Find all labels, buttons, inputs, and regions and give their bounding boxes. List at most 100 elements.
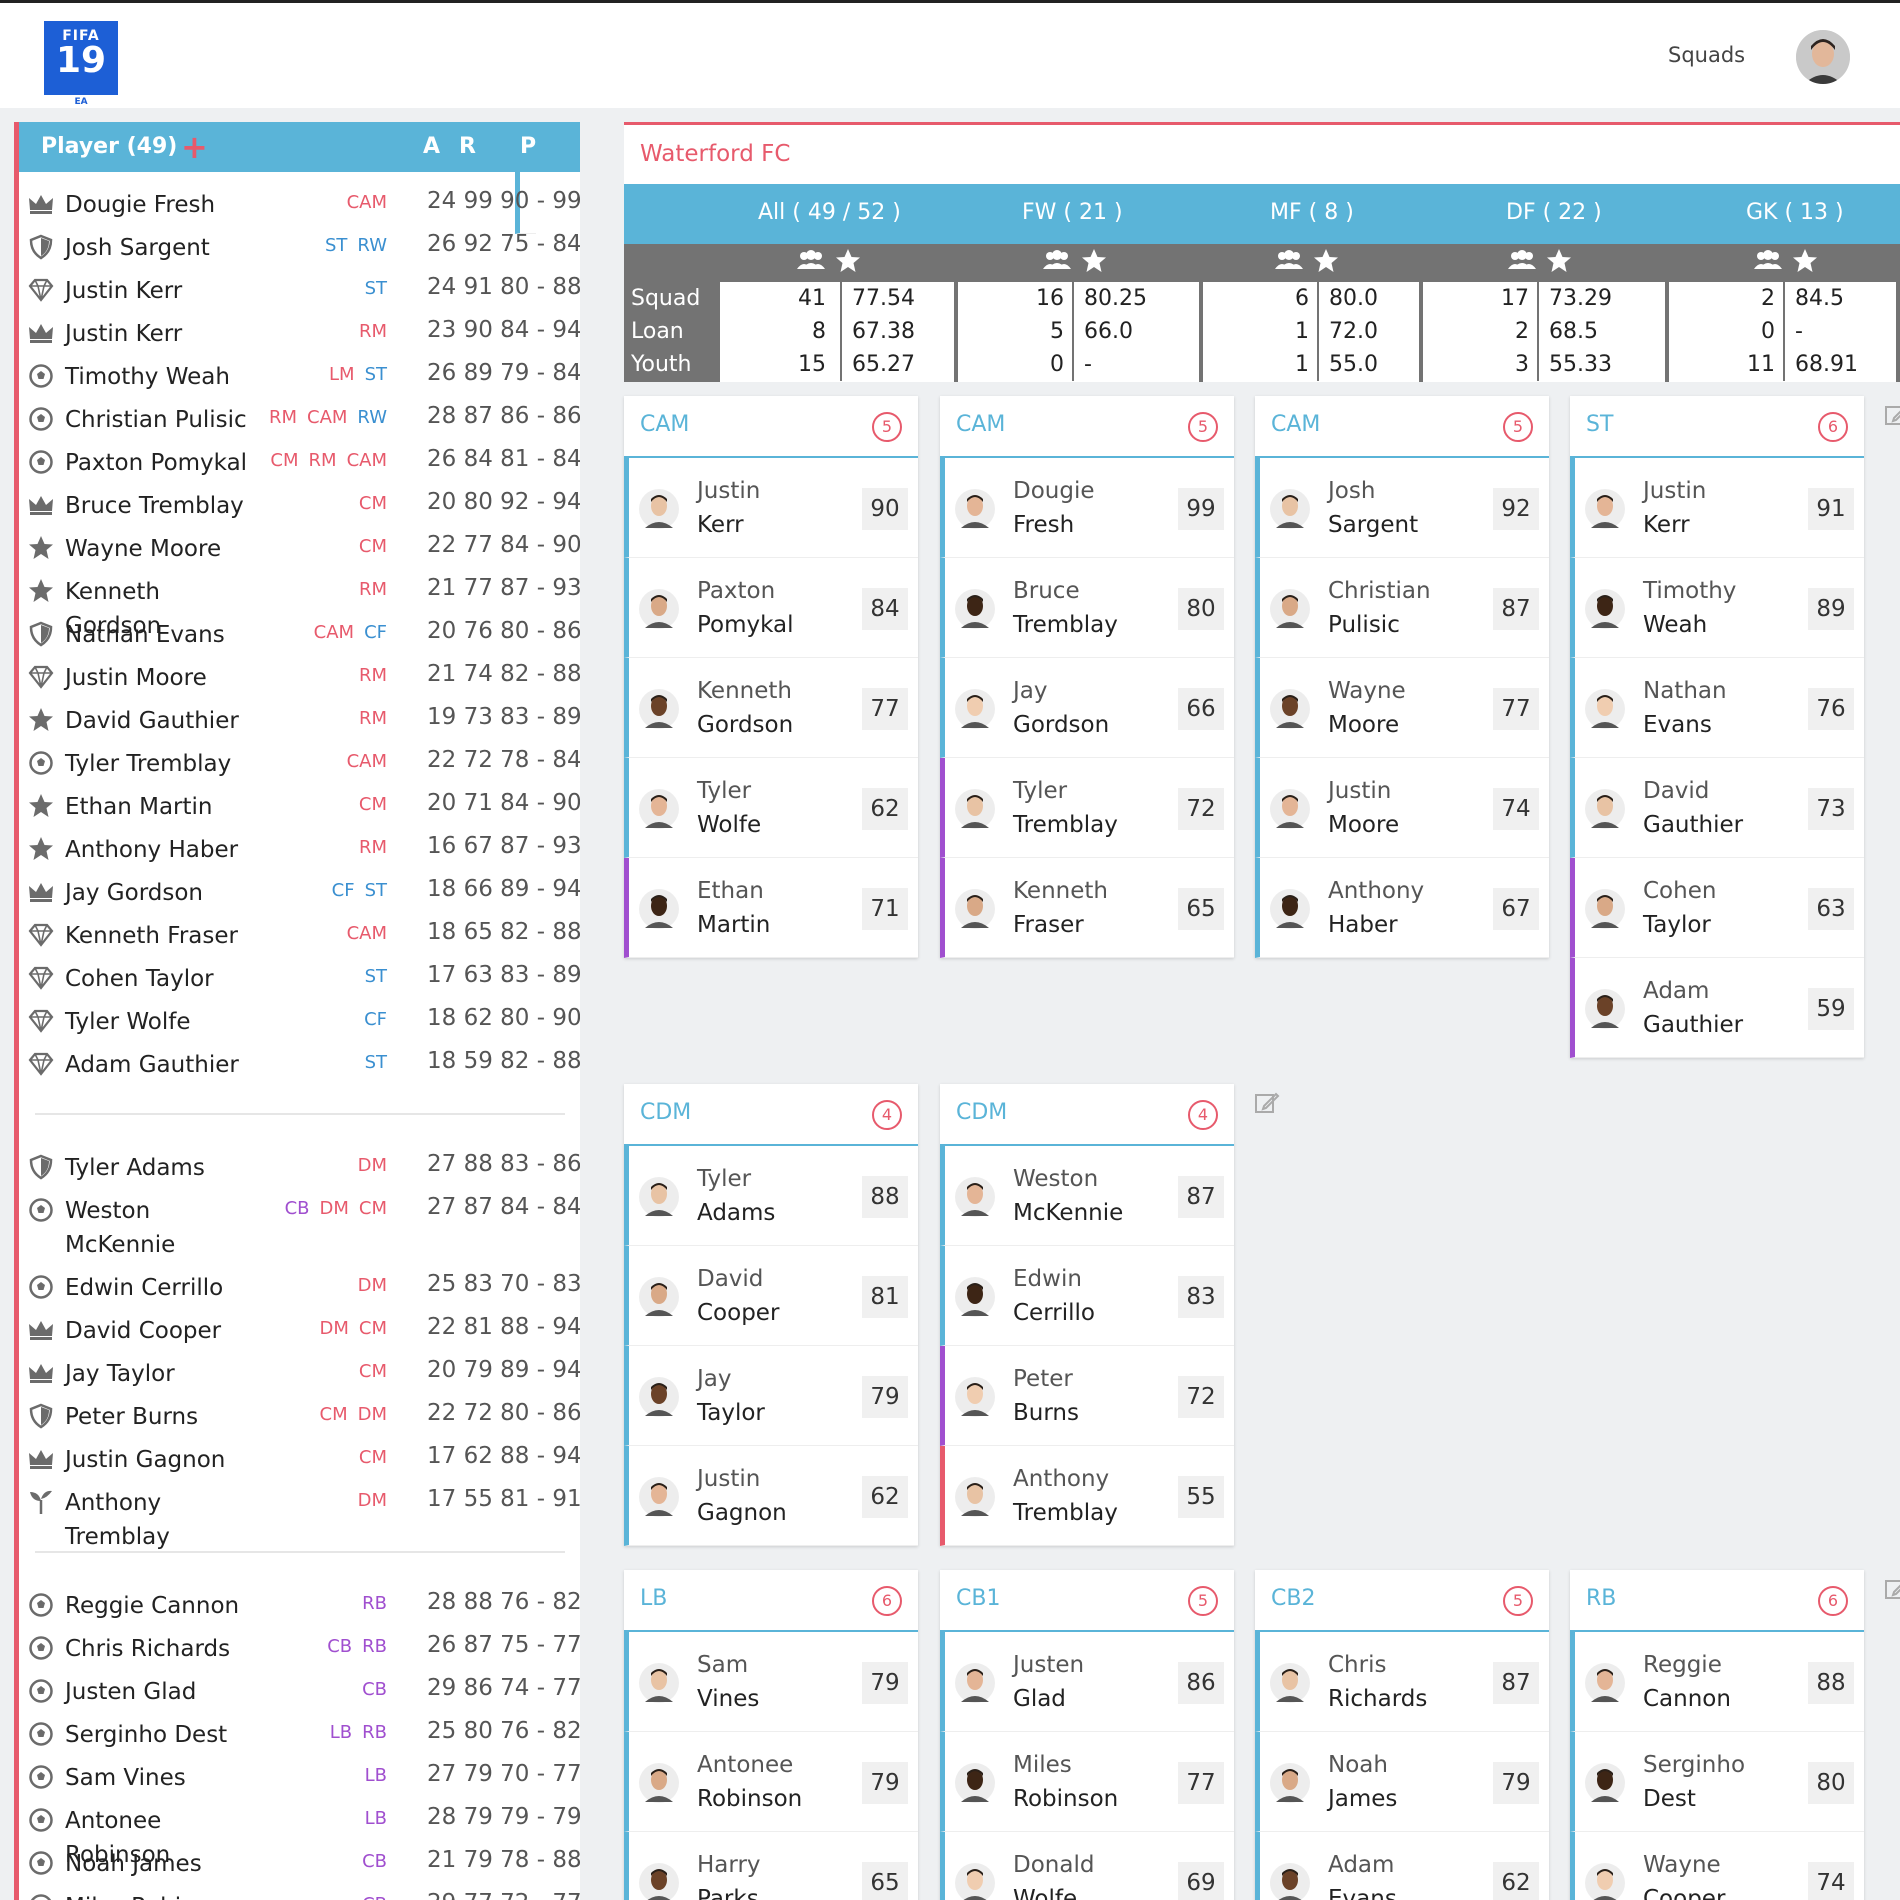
card-player[interactable]: Peter Burns 72 <box>940 1346 1234 1446</box>
player-name[interactable]: Reggie Cannon <box>65 1589 255 1623</box>
card-player[interactable]: Paxton Pomykal 84 <box>624 558 918 658</box>
card-player[interactable]: Harry Parks 65 <box>624 1832 918 1900</box>
player-list-item[interactable]: Justin Kerr RM 23 90 84 - 94 <box>27 311 580 354</box>
player-name[interactable]: Anthony Haber <box>65 833 255 867</box>
player-name[interactable]: Chris Richards <box>65 1632 255 1666</box>
col-header-rating[interactable]: R <box>459 134 476 159</box>
player-list-item[interactable]: Anthony Tremblay DM 17 55 81 - 91 <box>27 1480 580 1550</box>
player-name[interactable]: Tyler Tremblay <box>65 747 255 781</box>
player-list-item[interactable]: Tyler Tremblay CAM 22 72 78 - 84 <box>27 741 580 784</box>
player-list-item[interactable]: Reggie Cannon RB 28 88 76 - 82 <box>27 1583 580 1626</box>
card-player[interactable]: Miles Robinson 77 <box>940 1732 1234 1832</box>
add-player-button[interactable]: + <box>181 128 208 166</box>
player-list-item[interactable]: Miles Robinson CB 29 77 72 - 77 <box>27 1884 580 1900</box>
player-list-item[interactable]: Anthony Haber RM 16 67 87 - 93 <box>27 827 580 870</box>
edit-icon[interactable] <box>1254 1090 1280 1116</box>
player-list-item[interactable]: Wayne Moore CM 22 77 84 - 90 <box>27 526 580 569</box>
card-player[interactable]: Donald Wolfe 69 <box>940 1832 1234 1900</box>
card-player[interactable]: Justin Gagnon 62 <box>624 1446 918 1546</box>
player-name[interactable]: Timothy Weah <box>65 360 255 394</box>
card-player[interactable]: Weston McKennie 87 <box>940 1146 1234 1246</box>
player-list-item[interactable]: Paxton Pomykal CM RM CAM 26 84 81 - 84 <box>27 440 580 483</box>
player-list-item[interactable]: Justen Glad CB 29 86 74 - 77 <box>27 1669 580 1712</box>
card-player[interactable]: Reggie Cannon 88 <box>1570 1632 1864 1732</box>
card-player[interactable]: Adam Evans 62 <box>1255 1832 1549 1900</box>
player-name[interactable]: Dougie Fresh <box>65 188 255 222</box>
player-list-item[interactable]: Bruce Tremblay CM 20 80 92 - 94 <box>27 483 580 526</box>
tab-fw[interactable]: FW ( 21 ) <box>1022 200 1123 225</box>
edit-icon[interactable] <box>1884 402 1900 428</box>
card-player[interactable]: Cohen Taylor 63 <box>1570 858 1864 958</box>
player-name[interactable]: Jay Gordson <box>65 876 255 910</box>
card-player[interactable]: Justin Kerr 90 <box>624 458 918 558</box>
col-header-age[interactable]: A <box>423 134 440 159</box>
player-list-item[interactable]: Kenneth Fraser CAM 18 65 82 - 88 <box>27 913 580 956</box>
card-player[interactable]: David Gauthier 73 <box>1570 758 1864 858</box>
card-player[interactable]: Kenneth Gordson 77 <box>624 658 918 758</box>
player-list-item[interactable]: Sam Vines LB 27 79 70 - 77 <box>27 1755 580 1798</box>
edit-icon[interactable] <box>1884 1576 1900 1602</box>
card-player[interactable]: Justin Moore 74 <box>1255 758 1549 858</box>
card-player[interactable]: David Cooper 81 <box>624 1246 918 1346</box>
player-name[interactable]: Justen Glad <box>65 1675 255 1709</box>
player-name[interactable]: Serginho Dest <box>65 1718 255 1752</box>
card-player[interactable]: Justen Glad 86 <box>940 1632 1234 1732</box>
player-list-item[interactable]: Dougie Fresh CAM 24 99 90 - 99 <box>27 182 580 225</box>
player-list-item[interactable]: Tyler Adams DM 27 88 83 - 86 <box>27 1145 580 1188</box>
player-name[interactable]: Weston McKennie <box>65 1194 255 1262</box>
player-name[interactable]: Bruce Tremblay <box>65 489 255 523</box>
player-name[interactable]: Adam Gauthier <box>65 1048 255 1082</box>
player-list-item[interactable]: Justin Kerr ST 24 91 80 - 88 <box>27 268 580 311</box>
player-name[interactable]: Wayne Moore <box>65 532 255 566</box>
card-player[interactable]: Noah James 79 <box>1255 1732 1549 1832</box>
card-player[interactable]: Ethan Martin 71 <box>624 858 918 958</box>
tab-mf[interactable]: MF ( 8 ) <box>1270 200 1354 225</box>
card-player[interactable]: Kenneth Fraser 65 <box>940 858 1234 958</box>
player-list-item[interactable]: Noah James CB 21 79 78 - 88 <box>27 1841 580 1884</box>
player-list-item[interactable]: Josh Sargent ST RW 26 92 75 - 84 <box>27 225 580 268</box>
card-player[interactable]: Sam Vines 79 <box>624 1632 918 1732</box>
card-player[interactable]: Jay Gordson 66 <box>940 658 1234 758</box>
player-list-item[interactable]: Tyler Wolfe CF 18 62 80 - 90 <box>27 999 580 1042</box>
player-name[interactable]: Justin Gagnon <box>65 1443 255 1477</box>
card-player[interactable]: Serginho Dest 80 <box>1570 1732 1864 1832</box>
player-list-item[interactable]: Serginho Dest LB RB 25 80 76 - 82 <box>27 1712 580 1755</box>
card-player[interactable]: Anthony Haber 67 <box>1255 858 1549 958</box>
player-name[interactable]: Jay Taylor <box>65 1357 255 1391</box>
card-player[interactable]: Adam Gauthier 59 <box>1570 958 1864 1058</box>
player-name[interactable]: Miles Robinson <box>65 1890 255 1900</box>
player-name[interactable]: Nathan Evans <box>65 618 255 652</box>
card-player[interactable]: Nathan Evans 76 <box>1570 658 1864 758</box>
card-player[interactable]: Antonee Robinson 79 <box>624 1732 918 1832</box>
fifa-logo[interactable]: FIFA 19 EA <box>44 21 118 107</box>
card-player[interactable]: Christian Pulisic 87 <box>1255 558 1549 658</box>
player-name[interactable]: Justin Kerr <box>65 317 255 351</box>
player-list-item[interactable]: David Gauthier RM 19 73 83 - 89 <box>27 698 580 741</box>
tab-all[interactable]: All ( 49 / 52 ) <box>758 200 901 225</box>
player-name[interactable]: Sam Vines <box>65 1761 255 1795</box>
player-name[interactable]: David Gauthier <box>65 704 255 738</box>
player-name[interactable]: Tyler Wolfe <box>65 1005 255 1039</box>
card-player[interactable]: Tyler Adams 88 <box>624 1146 918 1246</box>
card-player[interactable]: Wayne Moore 77 <box>1255 658 1549 758</box>
player-name[interactable]: Justin Moore <box>65 661 255 695</box>
player-name[interactable]: Cohen Taylor <box>65 962 255 996</box>
player-name[interactable]: Justin Kerr <box>65 274 255 308</box>
player-name[interactable]: Noah James <box>65 1847 255 1881</box>
player-list-item[interactable]: Adam Gauthier ST 18 59 82 - 88 <box>27 1042 580 1085</box>
player-list-item[interactable]: Chris Richards CB RB 26 87 75 - 77 <box>27 1626 580 1669</box>
card-player[interactable]: Chris Richards 87 <box>1255 1632 1549 1732</box>
tab-df[interactable]: DF ( 22 ) <box>1506 200 1602 225</box>
player-list-item[interactable]: Timothy Weah LM ST 26 89 79 - 84 <box>27 354 580 397</box>
player-list-item[interactable]: David Cooper DM CM 22 81 88 - 94 <box>27 1308 580 1351</box>
player-list-item[interactable]: Nathan Evans CAM CF 20 76 80 - 86 <box>27 612 580 655</box>
player-name[interactable]: Anthony Tremblay <box>65 1486 255 1554</box>
card-player[interactable]: Edwin Cerrillo 83 <box>940 1246 1234 1346</box>
card-player[interactable]: Tyler Tremblay 72 <box>940 758 1234 858</box>
player-name[interactable]: Ethan Martin <box>65 790 255 824</box>
player-list-item[interactable]: Jay Gordson CF ST 18 66 89 - 94 <box>27 870 580 913</box>
card-player[interactable]: Anthony Tremblay 55 <box>940 1446 1234 1546</box>
player-list-item[interactable]: Justin Gagnon CM 17 62 88 - 94 <box>27 1437 580 1480</box>
player-list-item[interactable]: Antonee Robinson LB 28 79 79 - 79 <box>27 1798 580 1868</box>
player-name[interactable]: Josh Sargent <box>65 231 255 265</box>
